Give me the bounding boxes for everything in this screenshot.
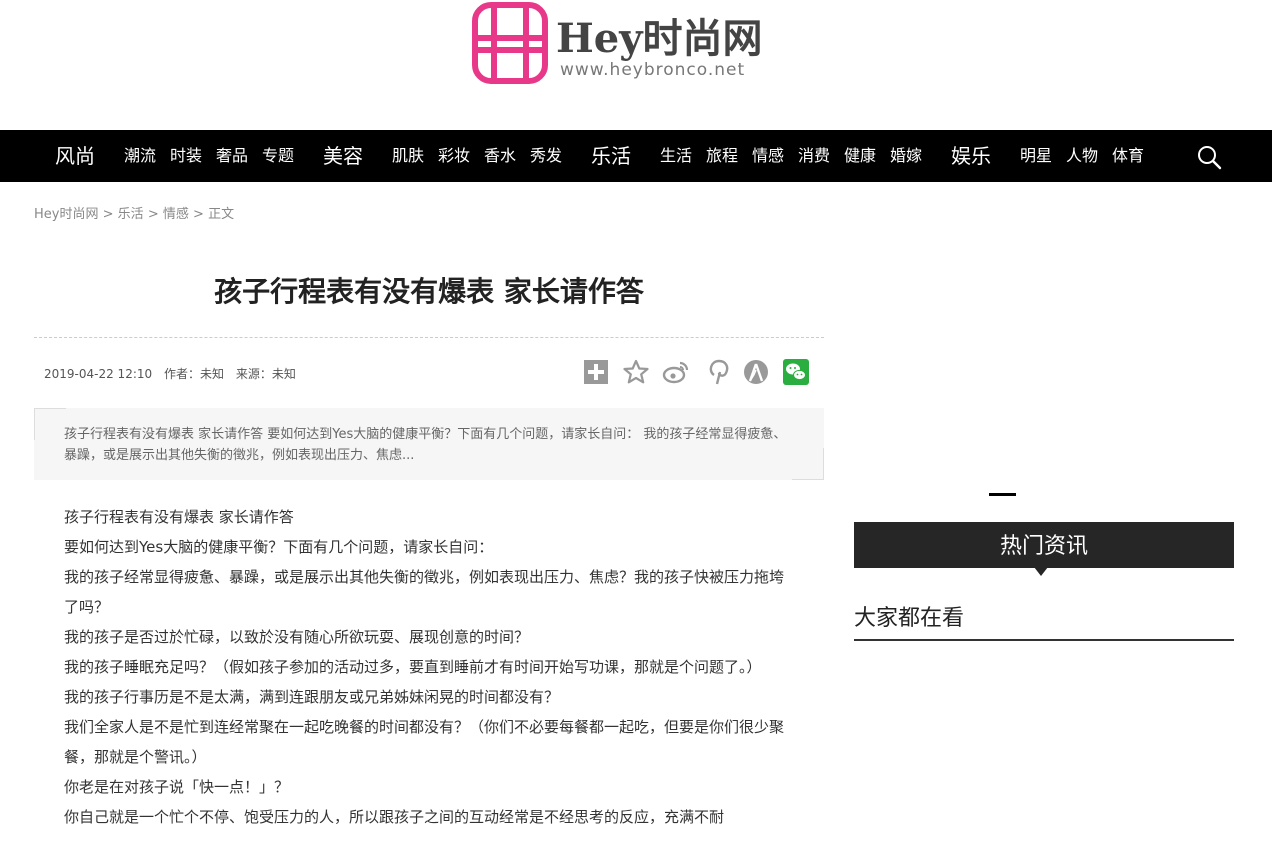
- article-date: 2019-04-22 12:10: [44, 367, 153, 381]
- article-paragraph: 我的孩子睡眠充足吗？（假如孩子参加的活动过多，要直到睡前才有时间开始写功课，那就…: [64, 658, 762, 676]
- nav-item-qinggan[interactable]: 情感: [752, 130, 784, 182]
- title-divider: [34, 337, 824, 338]
- nav-item-jifu[interactable]: 肌肤: [392, 130, 424, 182]
- breadcrumb: Hey时尚网 > 乐活 > 情感 > 正文: [34, 203, 234, 222]
- star-icon[interactable]: [622, 358, 650, 386]
- summary-corner: [792, 448, 824, 480]
- logo-mark-icon: [472, 2, 548, 84]
- sidebar-dash: [989, 493, 1016, 496]
- nav-item-mingxing[interactable]: 明星: [1020, 130, 1052, 182]
- nav-item-shizhuang[interactable]: 时装: [170, 130, 202, 182]
- breadcrumb-lehuo[interactable]: 乐活: [118, 207, 144, 222]
- pinterest-icon[interactable]: [704, 358, 732, 386]
- breadcrumb-home[interactable]: Hey时尚网: [34, 207, 98, 222]
- article-title: 孩子行程表有没有爆表 家长请作答: [214, 275, 644, 308]
- site-logo[interactable]: Hey时尚网 www.heybronco.net: [472, 2, 772, 84]
- article-paragraph: 我们全家人是不是忙到连经常聚在一起吃晚餐的时间都没有？（你们不必要每餐都一起吃，…: [64, 718, 785, 766]
- nav-item-xiangshui[interactable]: 香水: [484, 130, 516, 182]
- breadcrumb-sep: >: [147, 207, 159, 222]
- breadcrumb-sep: >: [193, 207, 204, 222]
- renren-icon[interactable]: [742, 358, 770, 386]
- nav-item-zhuanti[interactable]: 专题: [262, 130, 294, 182]
- weibo-icon[interactable]: [662, 358, 690, 386]
- main-nav: 风尚 潮流 时装 奢品 专题 美容 肌肤 彩妆 香水 秀发 乐活 生活 旅程 情…: [0, 130, 1272, 182]
- summary-text: 孩子行程表有没有爆表 家长请作答 要如何达到Yes大脑的健康平衡？下面有几个问题…: [64, 427, 787, 463]
- nav-item-caizhuang[interactable]: 彩妆: [438, 130, 470, 182]
- hot-news-arrow: [1034, 567, 1048, 576]
- nav-item-hunjia[interactable]: 婚嫁: [890, 130, 922, 182]
- wechat-icon[interactable]: [782, 358, 810, 386]
- breadcrumb-sep: >: [102, 207, 114, 222]
- nav-item-jiankang[interactable]: 健康: [844, 130, 876, 182]
- nav-item-xiaofei[interactable]: 消费: [798, 130, 830, 182]
- logo-title: Hey时尚网: [556, 15, 763, 62]
- nav-item-shenghuo[interactable]: 生活: [660, 130, 692, 182]
- article-author: 作者：未知: [163, 367, 224, 381]
- article-meta: 2019-04-22 12:10 作者：未知 来源：未知: [44, 365, 304, 382]
- plus-icon[interactable]: [582, 358, 610, 386]
- article-paragraph: 我的孩子是否过於忙碌，以致於没有随心所欲玩耍、展现创意的时间？: [64, 628, 530, 646]
- nav-item-lvcheng[interactable]: 旅程: [706, 130, 738, 182]
- nav-item-lehuo[interactable]: 乐活: [591, 130, 631, 182]
- nav-item-renwu[interactable]: 人物: [1066, 130, 1098, 182]
- article-paragraph: 我的孩子经常显得疲惫、暴躁，或是展示出其他失衡的徵兆，例如表现出压力、焦虑？我的…: [64, 568, 785, 616]
- summary-corner: [34, 408, 66, 440]
- article-paragraph: 你自己就是一个忙个不停、饱受压力的人，所以跟孩子之间的互动经常是不经思考的反应，…: [64, 808, 725, 826]
- logo-url: www.heybronco.net: [560, 60, 746, 80]
- article-paragraph: 要如何达到Yes大脑的健康平衡？下面有几个问题，请家长自问：: [64, 538, 494, 556]
- nav-item-meirong[interactable]: 美容: [323, 130, 363, 182]
- nav-item-chaoliu[interactable]: 潮流: [124, 130, 156, 182]
- breadcrumb-current: 正文: [208, 207, 235, 222]
- article-paragraph: 你老是在对孩子说「快一点！」？: [64, 778, 290, 796]
- watching-divider: [854, 639, 1234, 641]
- search-icon[interactable]: [1196, 144, 1222, 170]
- breadcrumb-qinggan[interactable]: 情感: [163, 207, 189, 222]
- nav-item-tiyu[interactable]: 体育: [1112, 130, 1144, 182]
- article-paragraph: 孩子行程表有没有爆表 家长请作答: [64, 508, 294, 526]
- article-paragraph: 我的孩子行事历是不是太满，满到连跟朋友或兄弟姊妹闲晃的时间都没有？: [64, 688, 560, 706]
- watching-title: 大家都在看: [854, 606, 965, 631]
- article-body: 孩子行程表有没有爆表 家长请作答 要如何达到Yes大脑的健康平衡？下面有几个问题…: [64, 502, 794, 832]
- nav-item-xiufa[interactable]: 秀发: [530, 130, 562, 182]
- hot-news-title: 热门资讯: [999, 534, 1088, 559]
- hot-news-header: 热门资讯: [854, 522, 1234, 568]
- article-source: 来源：未知: [235, 367, 296, 381]
- nav-item-shepin[interactable]: 奢品: [216, 130, 248, 182]
- nav-item-yule[interactable]: 娱乐: [951, 130, 991, 182]
- nav-item-fengshang[interactable]: 风尚: [55, 130, 95, 182]
- article-summary: 孩子行程表有没有爆表 家长请作答 要如何达到Yes大脑的健康平衡？下面有几个问题…: [34, 408, 824, 480]
